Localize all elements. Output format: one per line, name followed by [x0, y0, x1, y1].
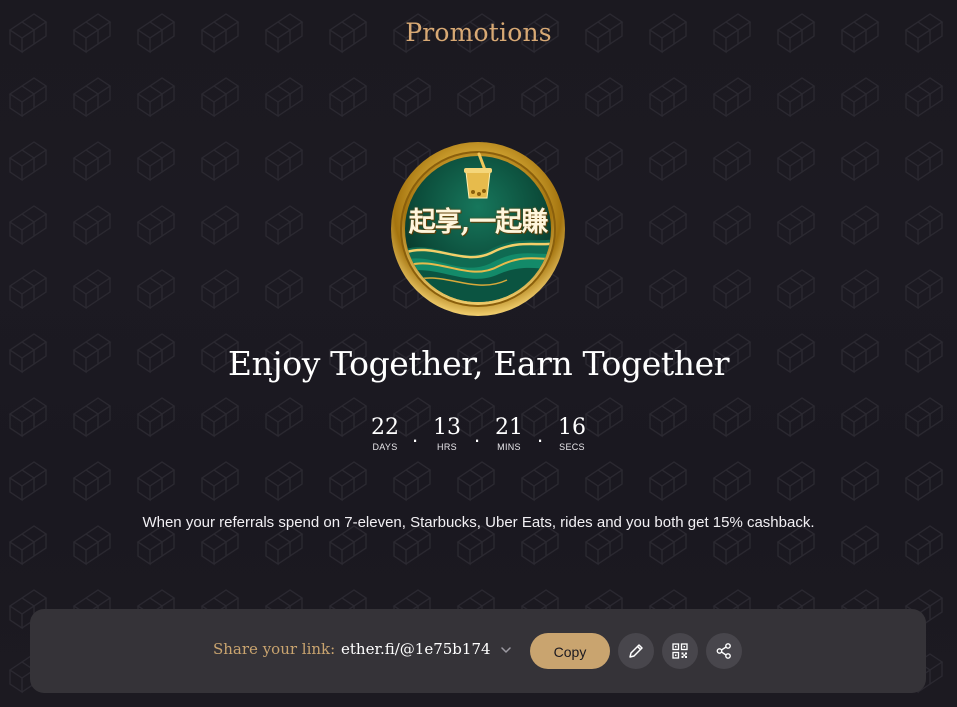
share-button[interactable] [706, 633, 742, 669]
countdown-hours: 13 HRS [426, 414, 468, 453]
edit-link-button[interactable] [618, 633, 654, 669]
promo-description: When your referrals spend on 7-eleven, S… [142, 514, 815, 531]
promo-headline: Enjoy Together, Earn Together [227, 344, 730, 383]
countdown-timer: 22 DAYS . 13 HRS . 21 MINS . 16 SECS [364, 414, 594, 458]
share-icon [716, 643, 731, 659]
countdown-hours-label: HRS [437, 442, 457, 452]
pencil-icon [629, 644, 643, 658]
qr-code-icon [672, 643, 688, 659]
countdown-minutes: 21 MINS [488, 414, 530, 453]
page-title: Promotions [405, 18, 552, 47]
qr-code-button[interactable] [662, 633, 698, 669]
countdown-days-label: DAYS [372, 442, 398, 452]
countdown-minutes-label: MINS [497, 442, 521, 452]
promo-badge: 起享,一起賺 [389, 140, 567, 318]
countdown-seconds: 16 SECS [551, 414, 593, 453]
copy-link-button[interactable]: Copy [530, 633, 610, 669]
countdown-minutes-value: 21 [495, 415, 523, 440]
countdown-separator: . [473, 422, 481, 447]
countdown-separator: . [411, 422, 419, 447]
countdown-days: 22 DAYS [364, 414, 406, 453]
share-link-bar: Share your link: ether.fi/@1e75b174 Copy [30, 609, 926, 693]
countdown-separator: . [536, 422, 544, 447]
chevron-down-icon[interactable] [500, 645, 512, 655]
countdown-hours-value: 13 [433, 415, 461, 440]
share-link-label: Share your link: [213, 640, 336, 658]
countdown-seconds-label: SECS [559, 442, 585, 452]
countdown-seconds-value: 16 [558, 415, 586, 440]
promo-badge-text: 起享,一起賺 [408, 207, 548, 238]
countdown-days-value: 22 [371, 415, 399, 440]
referral-link-selector[interactable]: ether.fi/@1e75b174 [341, 640, 491, 658]
